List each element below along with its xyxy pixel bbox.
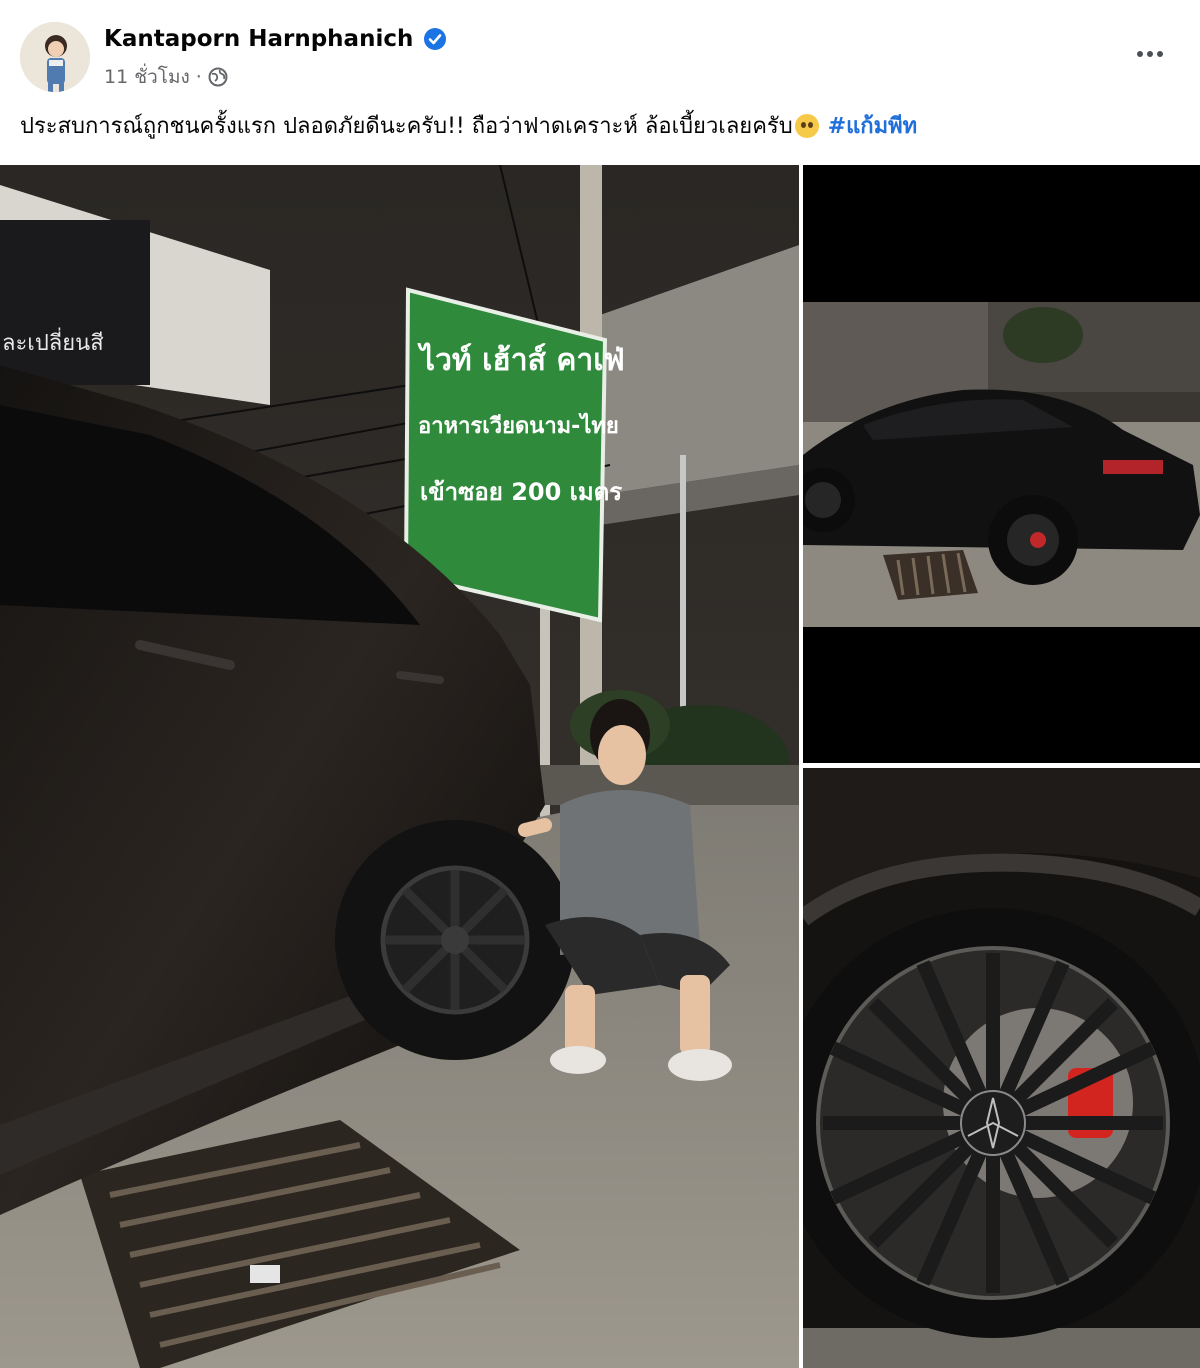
hashtag-link[interactable]: #แก้มพีท <box>828 114 917 139</box>
author-name-row: Kantaporn Harnphanich <box>104 26 447 52</box>
verified-badge-icon <box>423 27 447 51</box>
building-sign-text: ละเปลี่ยนสี <box>2 327 104 356</box>
avatar-image <box>20 22 90 92</box>
post-timestamp[interactable]: 11 ชั่วโมง <box>104 62 190 92</box>
wheel-closeup-photo <box>803 768 1200 1368</box>
photo-main[interactable]: ละเปลี่ยนสี ไวท์ เฮ้าส์ คาเฟ่ อาหารเวียด… <box>0 165 799 1368</box>
author-avatar[interactable] <box>20 22 90 92</box>
post-header: Kantaporn Harnphanich 11 ชั่วโมง · <box>0 0 1200 100</box>
photo-grid: ละเปลี่ยนสี ไวท์ เฮ้าส์ คาเฟ่ อาหารเวียด… <box>0 165 1200 1368</box>
car-and-person-photo: ละเปลี่ยนสี ไวท์ เฮ้าส์ คาเฟ่ อาหารเวียด… <box>0 165 799 1368</box>
author-name[interactable]: Kantaporn Harnphanich <box>104 26 413 52</box>
sign-line-2: อาหารเวียดนาม-ไทย <box>418 412 619 439</box>
more-options-icon[interactable] <box>1130 34 1170 74</box>
wheel-rim <box>803 908 1200 1338</box>
photo-wheel-closeup[interactable] <box>803 768 1200 1368</box>
sign-line-1: ไวท์ เฮ้าส์ คาเฟ่ <box>417 342 625 378</box>
post-caption: ประสบการณ์ถูกชนครั้งแรก ปลอดภัยดีนะครับ!… <box>20 110 1180 144</box>
sign-line-3: เข้าซอย 200 เมตร <box>420 478 622 506</box>
post-meta: 11 ชั่วโมง · <box>104 62 228 92</box>
globe-icon[interactable] <box>208 67 228 87</box>
photo-car-side[interactable] <box>803 165 1200 763</box>
meta-separator: · <box>195 66 202 88</box>
caption-text: ประสบการณ์ถูกชนครั้งแรก ปลอดภัยดีนะครับ!… <box>20 114 793 139</box>
car-side-photo <box>803 165 1200 763</box>
pleading-face-emoji <box>794 114 819 138</box>
